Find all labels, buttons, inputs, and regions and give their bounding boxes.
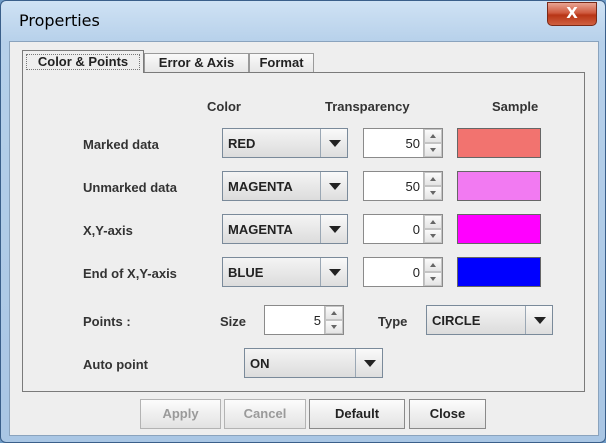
- spinner-up-icon[interactable]: [424, 215, 442, 229]
- unmarked-data-transparency-value: 50: [405, 179, 420, 194]
- end-xy-axis-transparency-value: 0: [412, 265, 420, 280]
- end-xy-axis-color-value: BLUE: [228, 265, 264, 280]
- properties-window: Properties X Color & Points Error & Axis…: [0, 0, 606, 443]
- end-xy-axis-sample-swatch: [457, 257, 541, 287]
- points-type-label: Type: [378, 314, 408, 329]
- auto-point-select[interactable]: ON: [244, 348, 383, 378]
- unmarked-data-transparency-spinner[interactable]: 50: [363, 171, 443, 201]
- chevron-down-icon[interactable]: [320, 172, 347, 200]
- points-type-select[interactable]: CIRCLE: [426, 305, 553, 335]
- marked-data-color-value: RED: [228, 136, 256, 151]
- xy-axis-color-value: MAGENTA: [228, 222, 293, 237]
- marked-data-transparency-value: 50: [405, 136, 420, 151]
- points-type-value: CIRCLE: [432, 313, 481, 328]
- close-button[interactable]: Close: [409, 399, 486, 429]
- auto-point-value: ON: [250, 356, 270, 371]
- xy-axis-transparency-value: 0: [412, 222, 420, 237]
- spinner-down-icon[interactable]: [325, 320, 343, 334]
- sample-header: Sample: [492, 99, 539, 114]
- marked-data-sample-swatch: [457, 128, 541, 158]
- cancel-button[interactable]: Cancel: [224, 399, 306, 429]
- unmarked-data-sample-swatch: [457, 171, 541, 201]
- dialog-content: Color & Points Error & Axis Format Color…: [9, 41, 599, 436]
- spinner-down-icon[interactable]: [424, 272, 442, 286]
- color-points-panel: Color Transparency Sample Marked data RE…: [22, 72, 585, 392]
- end-xy-axis-label: End of X,Y-axis: [83, 266, 177, 281]
- xy-axis-transparency-spinner[interactable]: 0: [363, 214, 443, 244]
- spinner-up-icon[interactable]: [424, 258, 442, 272]
- marked-data-color-select[interactable]: RED: [222, 128, 348, 158]
- spinner-down-icon[interactable]: [424, 229, 442, 243]
- chevron-down-icon[interactable]: [320, 129, 347, 157]
- spinner-buttons: [423, 258, 442, 286]
- chevron-down-icon[interactable]: [320, 258, 347, 286]
- window-close-button[interactable]: X: [547, 2, 597, 26]
- chevron-down-icon[interactable]: [355, 349, 382, 377]
- auto-point-label: Auto point: [83, 357, 148, 372]
- close-icon: X: [566, 4, 578, 22]
- points-size-value: 5: [313, 313, 321, 328]
- points-size-label: Size: [220, 314, 247, 329]
- marked-data-transparency-spinner[interactable]: 50: [363, 128, 443, 158]
- xy-axis-color-select[interactable]: MAGENTA: [222, 214, 348, 244]
- spinner-buttons: [423, 215, 442, 243]
- default-button[interactable]: Default: [309, 399, 405, 429]
- spinner-buttons: [324, 306, 343, 334]
- chevron-down-icon[interactable]: [525, 306, 552, 334]
- spinner-up-icon[interactable]: [325, 306, 343, 320]
- spinner-buttons: [423, 129, 442, 157]
- xy-axis-sample-swatch: [457, 214, 541, 244]
- xy-axis-label: X,Y-axis: [83, 223, 133, 238]
- unmarked-data-color-select[interactable]: MAGENTA: [222, 171, 348, 201]
- end-xy-axis-transparency-spinner[interactable]: 0: [363, 257, 443, 287]
- spinner-buttons: [423, 172, 442, 200]
- window-title: Properties: [19, 11, 100, 30]
- spinner-up-icon[interactable]: [424, 129, 442, 143]
- tab-color-points[interactable]: Color & Points: [22, 50, 144, 73]
- button-row: Apply Cancel Default Close: [10, 399, 598, 429]
- tab-format[interactable]: Format: [249, 53, 314, 72]
- unmarked-data-label: Unmarked data: [83, 180, 177, 195]
- unmarked-data-color-value: MAGENTA: [228, 179, 293, 194]
- marked-data-label: Marked data: [83, 137, 159, 152]
- spinner-up-icon[interactable]: [424, 172, 442, 186]
- spinner-down-icon[interactable]: [424, 186, 442, 200]
- chevron-down-icon[interactable]: [320, 215, 347, 243]
- points-label: Points :: [83, 314, 131, 329]
- apply-button[interactable]: Apply: [140, 399, 221, 429]
- spinner-down-icon[interactable]: [424, 143, 442, 157]
- end-xy-axis-color-select[interactable]: BLUE: [222, 257, 348, 287]
- points-size-spinner[interactable]: 5: [264, 305, 344, 335]
- color-header: Color: [207, 99, 241, 114]
- transparency-header: Transparency: [325, 99, 410, 114]
- tab-error-axis[interactable]: Error & Axis: [144, 53, 249, 72]
